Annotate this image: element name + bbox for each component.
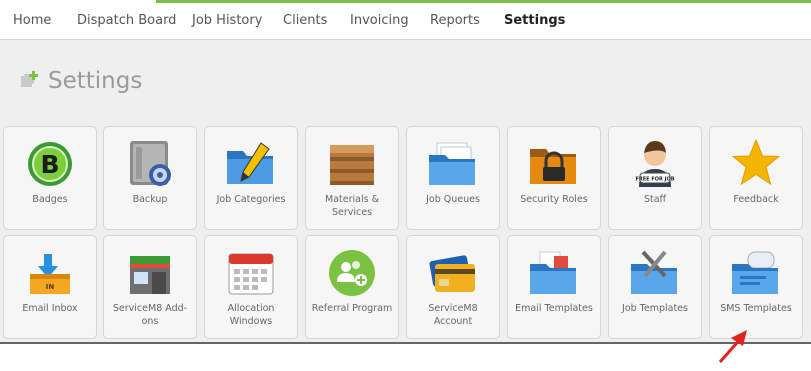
annotation-arrow-icon [718,330,747,363]
